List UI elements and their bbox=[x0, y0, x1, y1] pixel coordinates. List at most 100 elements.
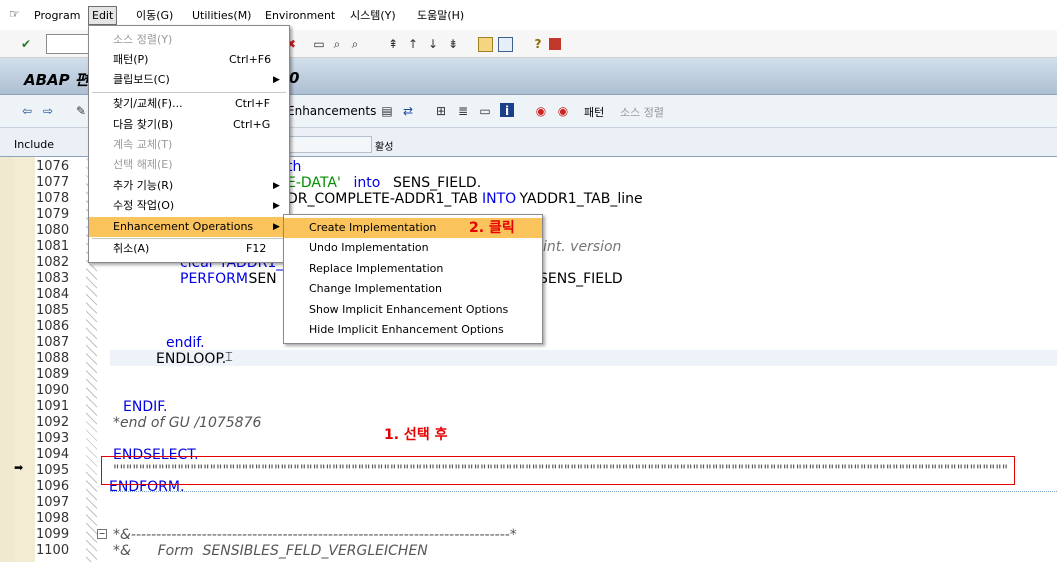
code-line-1077-text: SENS_FIELD. bbox=[393, 175, 482, 191]
line-number: 1082 bbox=[36, 255, 70, 270]
find-icon[interactable]: ⌕ bbox=[329, 36, 345, 52]
menu-program[interactable]: Program bbox=[31, 7, 83, 24]
line-number: 1099 bbox=[36, 527, 70, 542]
status-label: 활성 bbox=[375, 142, 394, 153]
submenu-arrow-icon: ▶ bbox=[273, 181, 280, 191]
menu-item-continue-replace[interactable]: 계속 교체(T) bbox=[89, 135, 289, 155]
menu-item-replace-implementation[interactable]: Replace Implementation bbox=[284, 259, 542, 279]
navigation-icon[interactable]: ⇄ bbox=[400, 103, 416, 119]
line-number: 1084 bbox=[36, 287, 70, 302]
layout-icon[interactable] bbox=[549, 38, 561, 50]
menu-item-create-implementation[interactable]: Create Implementation 2. 클릭 bbox=[284, 218, 542, 238]
pretty-printer-button[interactable]: 소스 정렬 bbox=[620, 104, 664, 120]
submenu-arrow-icon: ▶ bbox=[273, 75, 280, 85]
current-line-highlight bbox=[110, 350, 1057, 366]
selected-line-box bbox=[101, 456, 1015, 485]
line-number: 1081 bbox=[36, 239, 70, 254]
line-number: 1089 bbox=[36, 367, 70, 382]
menu-help[interactable]: 도움말(H) bbox=[414, 7, 467, 24]
menu-goto[interactable]: 이동(G) bbox=[133, 7, 176, 24]
line-number: 1098 bbox=[36, 511, 70, 526]
menu-item-find-next[interactable]: 다음 찾기(B) Ctrl+G bbox=[89, 115, 289, 135]
line-number: 1095 bbox=[36, 463, 70, 478]
line-number: 1079 bbox=[36, 207, 70, 222]
breakpoint-icon[interactable]: ◉ bbox=[533, 103, 549, 119]
line-number: 1100 bbox=[36, 543, 70, 558]
edit-menu-dropdown: 소스 정렬(Y) 패턴(P) Ctrl+F6 클립보드(C) ▶ 찾기/교체(F… bbox=[88, 25, 290, 263]
first-page-icon[interactable]: ⇞ bbox=[385, 36, 401, 52]
menu-item-hide-implicit-options[interactable]: Hide Implicit Enhancement Options bbox=[284, 320, 542, 340]
find-next-icon[interactable]: ⌕ bbox=[347, 36, 363, 52]
pattern-button[interactable]: 패턴 bbox=[584, 104, 604, 120]
shortcut-icon[interactable] bbox=[498, 37, 513, 52]
line-number: 1085 bbox=[36, 303, 70, 318]
new-session-icon[interactable] bbox=[478, 37, 493, 52]
include-field bbox=[286, 136, 372, 153]
page-title: ABAP 편 bbox=[24, 71, 89, 89]
menu-item-pretty-printer[interactable]: 소스 정렬(Y) bbox=[89, 30, 289, 50]
menu-item-cancel[interactable]: 취소(A) F12 bbox=[89, 239, 289, 259]
annotation-step-2: 2. 클릭 bbox=[469, 220, 515, 236]
menu-item-show-implicit-options[interactable]: Show Implicit Enhancement Options bbox=[284, 300, 542, 320]
system-menu-icon[interactable]: ☞ bbox=[9, 7, 20, 21]
line-number-gutter bbox=[13, 157, 35, 562]
menu-item-enhancement-operations[interactable]: Enhancement Operations ▶ bbox=[89, 217, 289, 237]
current-line-arrow-icon: ➡ bbox=[14, 461, 24, 474]
line-number: 1097 bbox=[36, 495, 70, 510]
annotation-step-1: 1. 선택 후 bbox=[384, 427, 448, 443]
menu-system[interactable]: 시스템(Y) bbox=[347, 7, 399, 24]
info-icon[interactable]: i bbox=[500, 103, 514, 118]
back-arrow-icon[interactable]: ⇦ bbox=[19, 103, 35, 119]
code-line-1077-keyword: into bbox=[349, 175, 385, 191]
code-line-1083-var: SENS_FIELD bbox=[539, 271, 623, 287]
command-field[interactable] bbox=[46, 34, 90, 54]
text-cursor-icon: ⌶ bbox=[225, 350, 233, 365]
menu-item-deselect[interactable]: 선택 해제(E) bbox=[89, 155, 289, 175]
fold-toggle-icon[interactable]: − bbox=[97, 529, 107, 539]
line-number: 1094 bbox=[36, 447, 70, 462]
code-line-1081: int. version bbox=[543, 239, 622, 255]
menu-environment[interactable]: Environment bbox=[262, 7, 338, 24]
object-list-icon[interactable]: ▤ bbox=[379, 103, 395, 119]
code-line-1083-keyword: PERFORM bbox=[180, 271, 248, 287]
line-number: 1092 bbox=[36, 415, 70, 430]
hierarchy-icon[interactable]: ⊞ bbox=[433, 103, 449, 119]
menu-item-modify-operations[interactable]: 수정 작업(O) ▶ bbox=[89, 196, 289, 216]
menu-item-undo-implementation[interactable]: Undo Implementation bbox=[284, 238, 542, 258]
code-line-1087: endif. bbox=[166, 335, 205, 351]
help-icon[interactable]: ? bbox=[530, 36, 546, 52]
menu-item-change-implementation[interactable]: Change Implementation bbox=[284, 279, 542, 299]
display-change-icon[interactable]: ✎ bbox=[73, 103, 89, 119]
menu-item-clipboard[interactable]: 클립보드(C) ▶ bbox=[89, 70, 289, 90]
line-number: 1096 bbox=[36, 479, 70, 494]
line-number: 1080 bbox=[36, 223, 70, 238]
line-number: 1088 bbox=[36, 351, 70, 366]
line-number: 1083 bbox=[36, 271, 70, 286]
code-line-1100: *& Form SENSIBLES_FELD_VERGLEICHEN bbox=[113, 543, 428, 559]
line-number: 1090 bbox=[36, 383, 70, 398]
session-breakpoint-icon[interactable]: ◉ bbox=[555, 103, 571, 119]
menu-edit[interactable]: Edit bbox=[88, 6, 118, 25]
enter-check-icon[interactable]: ✔ bbox=[18, 36, 34, 52]
include-label: Include bbox=[14, 138, 55, 151]
menu-item-more-functions[interactable]: 추가 기능(R) ▶ bbox=[89, 176, 289, 196]
forward-arrow-icon[interactable]: ⇨ bbox=[40, 103, 56, 119]
menu-item-pattern[interactable]: 패턴(P) Ctrl+F6 bbox=[89, 50, 289, 70]
line-number: 1086 bbox=[36, 319, 70, 334]
where-used-icon[interactable]: ≣ bbox=[455, 103, 471, 119]
last-page-icon[interactable]: ⇟ bbox=[445, 36, 461, 52]
menu-utilities[interactable]: Utilities(M) bbox=[189, 7, 254, 24]
next-page-icon[interactable]: ↓ bbox=[425, 36, 441, 52]
page-title-suffix: 0 bbox=[289, 69, 300, 87]
line-number: 1078 bbox=[36, 191, 70, 206]
print-icon[interactable]: ▭ bbox=[311, 36, 327, 52]
line-number: 1091 bbox=[36, 399, 70, 414]
dotted-divider bbox=[110, 491, 1057, 492]
code-line-1078-keyword: INTO bbox=[482, 191, 517, 207]
menu-item-find-replace[interactable]: 찾기/교체(F)... Ctrl+F bbox=[89, 94, 289, 114]
enhancements-button[interactable]: Enhancements bbox=[287, 104, 376, 118]
prev-page-icon[interactable]: ↑ bbox=[405, 36, 421, 52]
window-icon[interactable]: ▭ bbox=[477, 103, 493, 119]
code-line-1099: *&--------------------------------------… bbox=[113, 527, 517, 543]
line-number: 1093 bbox=[36, 431, 70, 446]
